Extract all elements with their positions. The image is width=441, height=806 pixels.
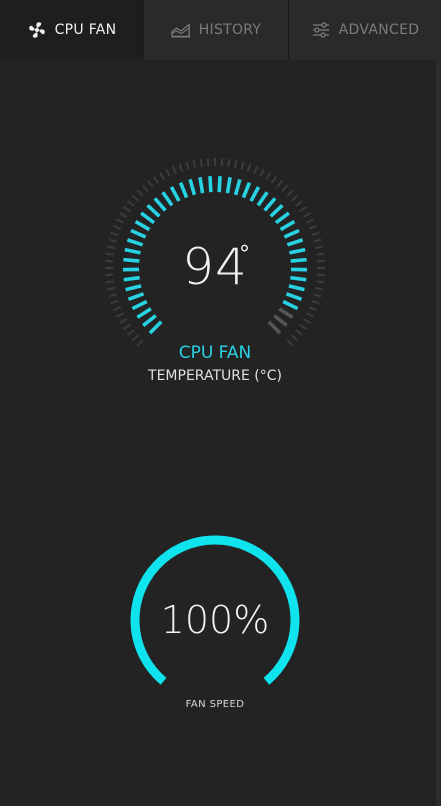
gauge-tick-active xyxy=(188,178,197,196)
gauge-outer-tick xyxy=(159,172,165,181)
gauge-outer-tick xyxy=(147,180,154,188)
gauge-tick-active xyxy=(217,176,222,193)
gauge-outer-tick xyxy=(281,184,289,192)
gauge-tick-active xyxy=(169,186,181,202)
gauge-outer-tick xyxy=(308,224,318,230)
temperature-value: 94 xyxy=(182,238,248,296)
gauge-outer-tick xyxy=(127,200,135,207)
gauge-outer-tick xyxy=(253,165,259,175)
gauge-graphics xyxy=(105,158,325,685)
gauge-outer-tick xyxy=(302,318,311,324)
gauge-outer-tick xyxy=(122,206,131,213)
gauge-tick-active xyxy=(136,307,152,319)
gauge-outer-tick xyxy=(115,218,124,224)
gauge-tick-active xyxy=(225,176,232,194)
gauge-outer-tick xyxy=(127,329,135,336)
gauge-outer-tick xyxy=(311,299,320,305)
gauge-outer-tick xyxy=(115,312,124,318)
gauge-outer-tick xyxy=(122,323,131,330)
gauge-outer-tick xyxy=(308,306,318,312)
gauge-outer-tick xyxy=(141,184,149,192)
gauge-tick-active xyxy=(283,228,300,239)
gauge-tick-active xyxy=(208,176,213,193)
gauge-tick-active xyxy=(131,299,148,311)
gauge-outer-tick xyxy=(302,212,311,218)
gauge-tick-active xyxy=(140,211,156,225)
gauge-outer-tick xyxy=(306,218,315,224)
gauge-tick-active xyxy=(256,191,269,207)
gauge-tick-active xyxy=(269,204,284,218)
gauge-outer-tick xyxy=(291,334,299,342)
gauge-tick-active xyxy=(198,176,205,194)
gauge-tick-inactive xyxy=(273,314,288,327)
gauge-outer-tick xyxy=(110,299,119,305)
gauge-tick-active xyxy=(134,219,151,232)
gauge-tick-active xyxy=(148,320,163,335)
fan-speed-value: 100% xyxy=(160,598,270,642)
gauge-outer-tick xyxy=(206,158,210,167)
gauge-outer-tick xyxy=(110,231,119,237)
gauge-outer-tick xyxy=(291,194,299,202)
gauge-outer-tick xyxy=(192,159,197,169)
gauge-outer-tick xyxy=(131,334,139,342)
gauge-outer-tick xyxy=(311,231,320,237)
gauge-outer-tick xyxy=(119,318,128,324)
gauge-outer-tick xyxy=(233,159,238,169)
gauge-outer-tick xyxy=(295,329,303,336)
gauge-tick-active xyxy=(146,204,161,218)
gauge-tick-active xyxy=(178,182,189,199)
gauge-tick-active xyxy=(282,299,299,311)
gauge-outer-tick xyxy=(112,306,122,312)
gauge-tick-active xyxy=(130,228,147,239)
gauge-title: CPU FAN xyxy=(178,343,252,363)
gauge-tick-active xyxy=(249,186,261,202)
gauge-outer-tick xyxy=(286,189,294,197)
gauge-tick-active xyxy=(161,191,174,207)
gauge-outer-tick xyxy=(131,194,139,202)
gauge-tick-active xyxy=(233,178,242,196)
gauge-outer-tick xyxy=(246,163,252,172)
gauge-outer-tick xyxy=(153,175,160,184)
temperature-unit-label: TEMPERATURE (°C) xyxy=(148,368,282,384)
gauge-tick-active xyxy=(153,197,167,212)
gauge-outer-tick xyxy=(270,175,277,184)
gauge-outer-tick xyxy=(227,158,231,168)
degree-symbol: ° xyxy=(239,242,250,267)
fan-speed-label: FAN SPEED xyxy=(185,699,245,710)
gauge-outer-tick xyxy=(240,161,245,170)
gauge-outer-tick xyxy=(299,206,308,213)
gauge-tick-inactive xyxy=(267,320,282,335)
gauge-outer-tick xyxy=(259,168,265,177)
gauge-outer-tick xyxy=(220,158,224,167)
gauge-tick-active xyxy=(263,197,277,212)
gauge-outer-tick xyxy=(119,212,128,218)
gauge-outer-tick xyxy=(199,158,203,168)
gauge-outer-tick xyxy=(171,165,177,175)
gauge-outer-tick xyxy=(306,312,315,318)
gauge-outer-tick xyxy=(295,200,303,207)
gauge-outer-tick xyxy=(136,189,144,197)
gauge-tick-inactive xyxy=(278,307,294,319)
gauge-outer-tick xyxy=(276,180,283,188)
gauge-outer-tick xyxy=(112,224,122,230)
gauge-tick-active xyxy=(279,219,296,232)
gauge-outer-tick xyxy=(165,168,171,177)
gauge-outer-tick xyxy=(265,172,271,181)
gauge-tick-active xyxy=(142,314,157,327)
gauge-outer-tick xyxy=(299,323,308,330)
gauge-outer-tick xyxy=(178,163,184,172)
gauge-tick-active xyxy=(274,211,290,225)
gauge-outer-tick xyxy=(185,161,190,170)
gauge-tick-active xyxy=(241,182,252,199)
